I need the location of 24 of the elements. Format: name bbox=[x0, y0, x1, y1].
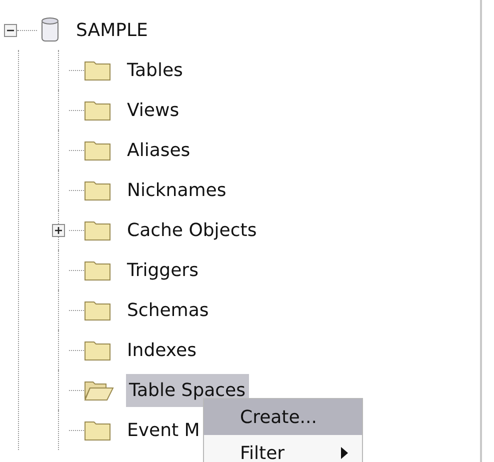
tree-item[interactable]: Views bbox=[48, 90, 480, 130]
collapse-icon[interactable] bbox=[4, 24, 17, 36]
tree-item[interactable]: Triggers bbox=[48, 250, 480, 290]
database-icon bbox=[41, 17, 59, 43]
folder-icon bbox=[84, 99, 112, 121]
folder-icon bbox=[84, 299, 112, 321]
tree-item[interactable]: Nicknames bbox=[48, 170, 480, 210]
expand-icon[interactable] bbox=[52, 224, 65, 236]
tree-item[interactable]: Indexes bbox=[48, 330, 480, 370]
folder-icon bbox=[84, 179, 112, 201]
open-folder-icon bbox=[84, 379, 114, 401]
menu-item[interactable]: Filter bbox=[204, 435, 362, 462]
tree-item[interactable]: SAMPLE bbox=[0, 10, 480, 50]
tree-item[interactable]: Schemas bbox=[48, 290, 480, 330]
tree-item[interactable]: Tables bbox=[48, 50, 480, 90]
folder-icon bbox=[84, 139, 112, 161]
tree-item[interactable]: Cache Objects bbox=[48, 210, 480, 250]
folder-icon bbox=[84, 59, 112, 81]
tree-item[interactable]: Aliases bbox=[48, 130, 480, 170]
folder-icon bbox=[84, 259, 112, 281]
folder-icon bbox=[84, 339, 112, 361]
menu-item[interactable]: Create... bbox=[204, 399, 362, 435]
folder-icon bbox=[84, 219, 112, 241]
folder-icon bbox=[84, 419, 112, 441]
